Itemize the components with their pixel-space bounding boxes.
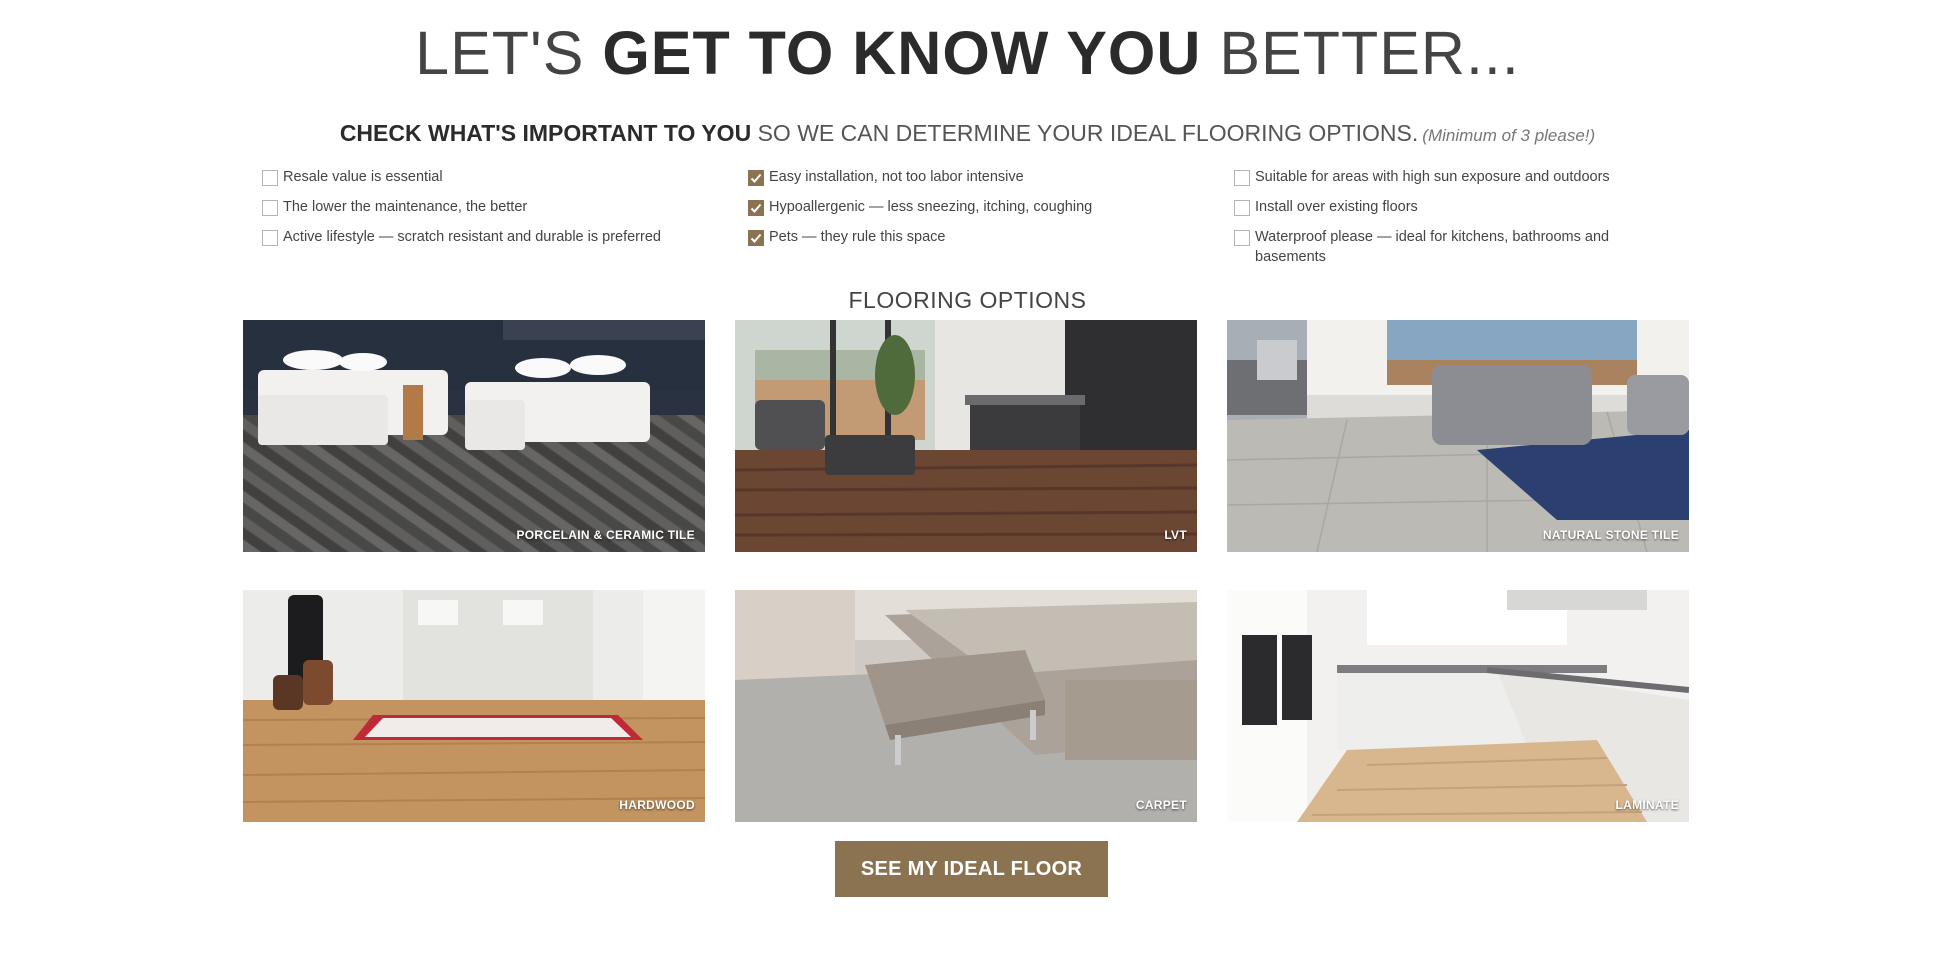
flooring-tile-laminate[interactable]: LAMINATE: [1227, 590, 1689, 822]
laminate-room-image: [1227, 590, 1689, 822]
checkbox-label: Install over existing floors: [1255, 199, 1418, 215]
flooring-tile-carpet[interactable]: CARPET: [735, 590, 1197, 822]
subheadline-emphasis: CHECK WHAT'S IMPORTANT TO YOU: [339, 120, 752, 146]
page-subheadline: CHECK WHAT'S IMPORTANT TO YOU SO WE CAN …: [0, 120, 1935, 147]
checkbox-label: Active lifestyle — scratch resistant and…: [283, 229, 661, 245]
headline-prefix: LET'S: [415, 19, 603, 87]
flooring-tile-caption: CARPET: [1135, 798, 1187, 812]
checkbox-pets[interactable]: Pets — they rule this space: [748, 227, 1234, 247]
flooring-tile-caption: NATURAL STONE TILE: [1542, 528, 1679, 542]
checkbox-box[interactable]: [262, 230, 278, 246]
checkbox-box[interactable]: [748, 170, 764, 186]
checkbox-box[interactable]: [1234, 170, 1250, 186]
subheadline-text: SO WE CAN DETERMINE YOUR IDEAL FLOORING …: [751, 120, 1419, 146]
checkbox-label: Waterproof please — ideal for kitchens, …: [1255, 229, 1610, 265]
checklist-column-1: Resale value is essential The lower the …: [262, 167, 748, 277]
flooring-tile-caption: HARDWOOD: [619, 798, 695, 812]
checkbox-label: Easy installation, not too labor intensi…: [769, 169, 1024, 185]
checkbox-easy-installation[interactable]: Easy installation, not too labor intensi…: [748, 167, 1234, 187]
checkbox-label: Pets — they rule this space: [769, 229, 946, 245]
page-headline: LET'S GET TO KNOW YOU BETTER...: [0, 18, 1935, 88]
porcelain-room-image: [243, 320, 705, 552]
checkbox-box[interactable]: [1234, 230, 1250, 246]
checkbox-sun-exposure[interactable]: Suitable for areas with high sun exposur…: [1234, 167, 1682, 187]
headline-emphasis: GET TO KNOW YOU: [602, 19, 1202, 87]
checklist-column-3: Suitable for areas with high sun exposur…: [1234, 167, 1682, 277]
checkbox-box[interactable]: [262, 170, 278, 186]
flooring-tile-caption: LVT: [1164, 528, 1187, 542]
checkbox-install-over-existing[interactable]: Install over existing floors: [1234, 197, 1682, 217]
checkbox-active-lifestyle[interactable]: Active lifestyle — scratch resistant and…: [262, 227, 748, 247]
checkbox-box[interactable]: [748, 230, 764, 246]
checkbox-label: Suitable for areas with high sun exposur…: [1255, 169, 1610, 185]
lvt-room-image: [735, 320, 1197, 552]
checkbox-box[interactable]: [262, 200, 278, 216]
natural-stone-room-image: [1227, 320, 1689, 552]
flooring-tile-lvt[interactable]: LVT: [735, 320, 1197, 552]
checkbox-label: Resale value is essential: [283, 169, 443, 185]
flooring-tile-caption: LAMINATE: [1615, 798, 1679, 812]
carpet-room-image: [735, 590, 1197, 822]
headline-suffix: BETTER...: [1201, 19, 1520, 87]
checkbox-label: Hypoallergenic — less sneezing, itching,…: [769, 199, 1093, 215]
checkbox-waterproof[interactable]: Waterproof please — ideal for kitchens, …: [1234, 227, 1682, 267]
subheadline-note: (Minimum of 3 please!): [1422, 126, 1596, 145]
hardwood-room-image: [243, 590, 705, 822]
flooring-tile-caption: PORCELAIN & CERAMIC TILE: [516, 528, 695, 542]
checkbox-box[interactable]: [1234, 200, 1250, 216]
checkbox-label: The lower the maintenance, the better: [283, 199, 528, 215]
see-ideal-floor-button[interactable]: SEE MY IDEAL FLOOR: [835, 841, 1108, 897]
flooring-tile-hardwood[interactable]: HARDWOOD: [243, 590, 705, 822]
checkbox-low-maintenance[interactable]: The lower the maintenance, the better: [262, 197, 748, 217]
checkbox-box[interactable]: [748, 200, 764, 216]
checkbox-hypoallergenic[interactable]: Hypoallergenic — less sneezing, itching,…: [748, 197, 1234, 217]
preference-checklist: Resale value is essential The lower the …: [262, 167, 1682, 277]
checkbox-resale-value[interactable]: Resale value is essential: [262, 167, 748, 187]
flooring-tile-porcelain[interactable]: PORCELAIN & CERAMIC TILE: [243, 320, 705, 552]
flooring-tile-natural-stone[interactable]: NATURAL STONE TILE: [1227, 320, 1689, 552]
flooring-options-heading: FLOORING OPTIONS: [848, 287, 1087, 313]
checklist-column-2: Easy installation, not too labor intensi…: [748, 167, 1234, 277]
